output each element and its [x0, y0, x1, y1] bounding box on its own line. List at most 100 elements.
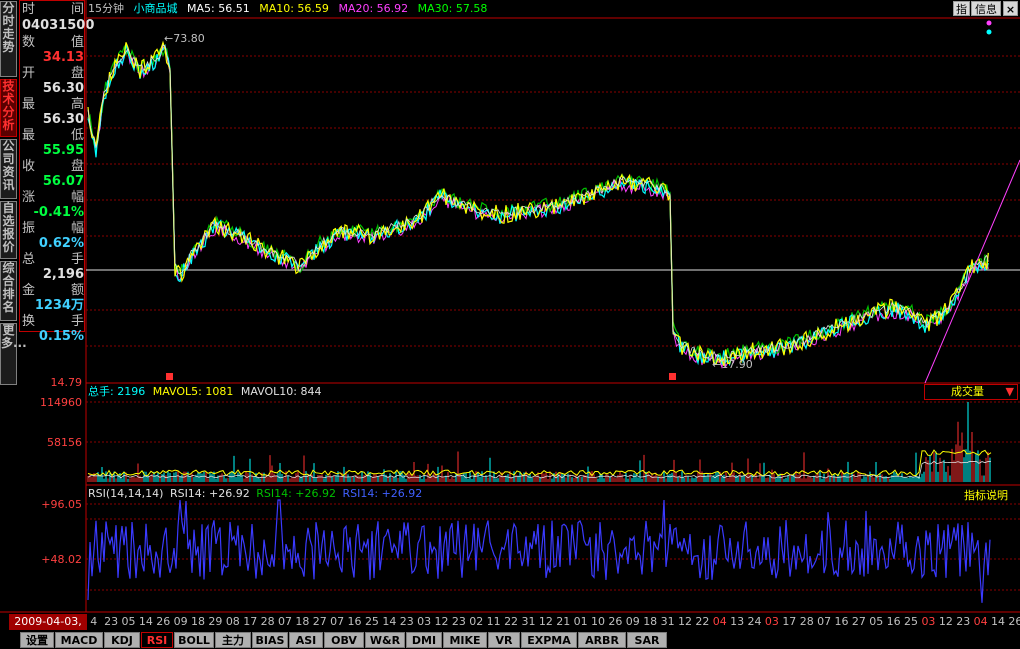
volume-total-label: 总手: 2196 — [88, 385, 146, 398]
indicator-tab[interactable]: MACD — [55, 632, 103, 648]
indicator-tab[interactable]: W&R — [365, 632, 405, 648]
legend-dot-icon — [986, 20, 992, 26]
indicator-select-dropdown[interactable]: 成交量 ▼ — [924, 384, 1018, 400]
indicator-tab[interactable]: OBV — [324, 632, 364, 648]
date-tick: 14 — [991, 615, 1005, 628]
indicator-tab[interactable]: VR — [488, 632, 520, 648]
mavol5-label: MAVOL5: 1081 — [152, 385, 234, 398]
date-tick: 05 — [121, 615, 136, 628]
indicator-tab[interactable]: BIAS — [252, 632, 288, 648]
date-tick: 07 — [277, 615, 292, 628]
date-tick: 13 — [730, 615, 745, 628]
indicator-tab[interactable]: 主力 — [215, 632, 251, 648]
date-tick: 01 — [573, 615, 588, 628]
date-tick: 12 — [538, 615, 553, 628]
volume-header: 总手: 2196 MAVOL5: 1081 MAVOL10: 844 — [88, 385, 321, 399]
date-tick: 31 — [521, 615, 536, 628]
rsi3-label: RSI14: +26.92 — [342, 487, 423, 500]
price-high-marker: ←73.80 — [164, 32, 205, 45]
date-tick: 16 — [834, 615, 849, 628]
indicator-tab[interactable]: RSI — [141, 632, 173, 648]
date-tick: 28 — [260, 615, 275, 628]
price-low-label: 17.90 — [721, 358, 753, 371]
date-tick: 04 — [973, 615, 988, 628]
rsi-axis-top-label: +96.05 — [41, 498, 82, 511]
date-tick: 11 — [486, 615, 501, 628]
legend-dot-icon — [986, 29, 992, 35]
date-tick: 29 — [208, 615, 223, 628]
price-high-label: 73.80 — [173, 32, 205, 45]
rsi-line — [87, 499, 991, 603]
indicator-tab[interactable]: 设置 — [20, 632, 54, 648]
rsi-params-label: RSI(14,14,14) — [88, 487, 164, 500]
mavol10-label: MAVOL10: 844 — [240, 385, 322, 398]
volume-axis-top-label: 114960 — [40, 396, 82, 409]
date-tick: 26 — [1008, 615, 1020, 628]
date-tick: 14 — [382, 615, 397, 628]
date-tick: 26 — [608, 615, 623, 628]
date-tick: 07 — [817, 615, 832, 628]
indicator-tab[interactable]: BOLL — [174, 632, 214, 648]
date-tick: 10 — [591, 615, 606, 628]
date-tick: 07 — [330, 615, 345, 628]
indicator-help-link[interactable]: 指标说明 — [964, 487, 1008, 503]
date-tick: 31 — [660, 615, 675, 628]
ma30-line — [87, 44, 989, 363]
date-tick: 4 — [90, 615, 98, 628]
date-tick: 09 — [173, 615, 188, 628]
indicator-tab[interactable]: KDJ — [104, 632, 140, 648]
date-tick: 08 — [225, 615, 240, 628]
date-tick: 25 — [364, 615, 379, 628]
date-tick: 04 — [712, 615, 727, 628]
indicator-tab[interactable]: DMI — [406, 632, 442, 648]
indicator-select-value: 成交量 — [951, 385, 984, 398]
rsi2-label: RSI14: +26.92 — [256, 487, 336, 500]
event-marker-icon — [166, 373, 173, 380]
volume-axis-mid-label: 58156 — [47, 436, 82, 449]
date-tick: 23 — [104, 615, 119, 628]
date-tick: 18 — [295, 615, 310, 628]
date-tick: 23 — [956, 615, 971, 628]
trend-line — [924, 159, 1020, 384]
rsi-header: RSI(14,14,14) RSI14: +26.92 RSI14: +26.9… — [88, 487, 422, 501]
mavol5-line — [87, 449, 992, 477]
chevron-down-icon: ▼ — [1005, 385, 1014, 398]
event-marker-icon — [669, 373, 676, 380]
date-tick: 17 — [243, 615, 258, 628]
date-tick: 23 — [399, 615, 414, 628]
price-low-marker: ←17.90 — [712, 358, 753, 371]
date-tick: 21 — [556, 615, 571, 628]
date-tick: 27 — [851, 615, 866, 628]
date-tick: 16 — [347, 615, 362, 628]
date-tick: 23 — [451, 615, 466, 628]
date-tick: 03 — [417, 615, 432, 628]
date-tick: 22 — [504, 615, 519, 628]
indicator-tab[interactable]: MIKE — [443, 632, 487, 648]
mavol10-line — [87, 460, 992, 479]
date-tick: 27 — [312, 615, 327, 628]
date-tick: 18 — [191, 615, 206, 628]
date-axis: 4 23 05 14 26 09 18 29 08 17 28 07 18 27 07 16 25 14 23 03 1… — [85, 614, 1020, 630]
date-tick: 05 — [869, 615, 884, 628]
date-tick: 28 — [799, 615, 814, 628]
date-tick: 02 — [469, 615, 484, 628]
date-tick: 18 — [643, 615, 658, 628]
date-tick: 03 — [921, 615, 936, 628]
indicator-tab[interactable]: SAR — [627, 632, 667, 648]
indicator-tab[interactable]: ARBR — [578, 632, 626, 648]
date-tick: 22 — [695, 615, 710, 628]
date-tick: 09 — [625, 615, 640, 628]
rsi-axis-mid-label: +48.02 — [41, 553, 82, 566]
price-axis-bottom-label: 14.79 — [50, 376, 83, 389]
indicator-tab[interactable]: ASI — [289, 632, 323, 648]
date-tick: 12 — [677, 615, 692, 628]
chart-canvas[interactable] — [0, 0, 1020, 649]
date-tick: 14 — [138, 615, 153, 628]
date-tick: 16 — [886, 615, 901, 628]
date-tick: 25 — [904, 615, 919, 628]
indicator-tab[interactable]: EXPMA — [521, 632, 577, 648]
indicator-tab-bar: 设置 MACD KDJ RSI BOLL 主力 BIAS ASI OBV W&R DMI MIKE VR… — [0, 632, 1020, 649]
date-tick: 03 — [764, 615, 779, 628]
date-tick: 12 — [938, 615, 953, 628]
current-date-label: 2009-04-03,五 — [9, 614, 87, 644]
